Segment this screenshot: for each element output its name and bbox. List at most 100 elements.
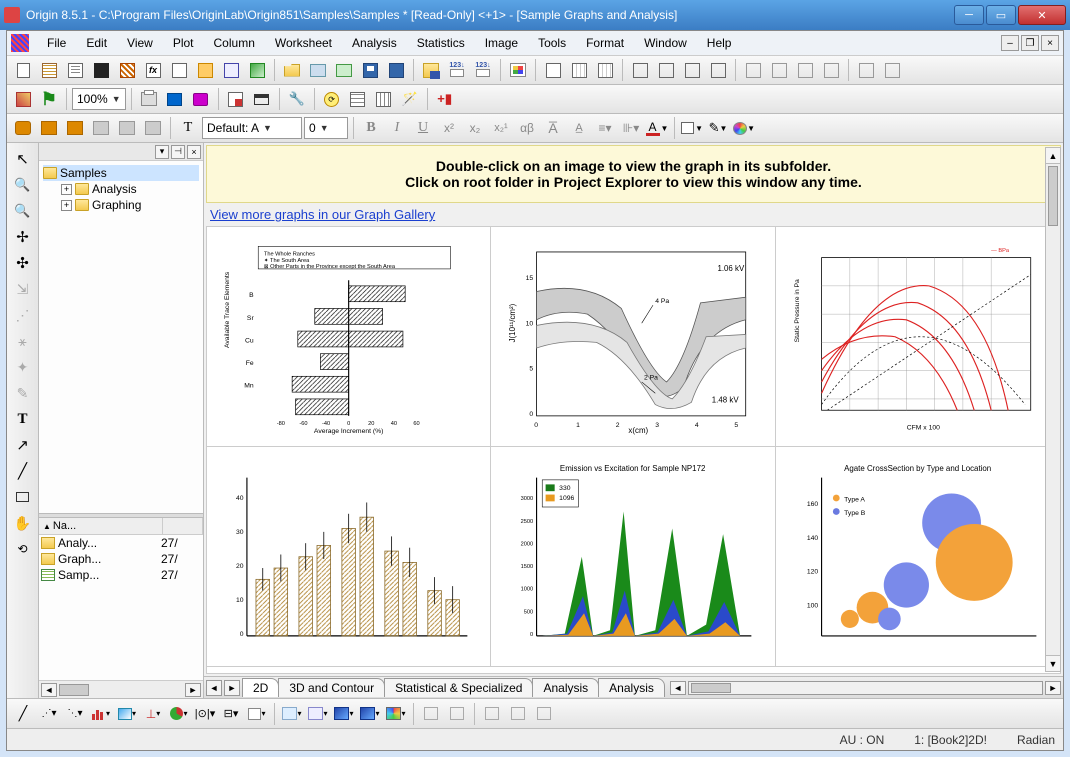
pe-col-date[interactable] bbox=[163, 518, 203, 534]
style-copy-button[interactable] bbox=[37, 116, 61, 140]
layer-4-button[interactable] bbox=[819, 58, 843, 82]
pe-close-button[interactable]: × bbox=[187, 145, 201, 159]
pe-pin-button[interactable]: ⊣ bbox=[171, 145, 185, 159]
maximize-button[interactable]: ▭ bbox=[986, 5, 1016, 25]
tab-nav-left[interactable]: ◄ bbox=[206, 680, 222, 696]
recalculate-button[interactable]: ⟳ bbox=[320, 87, 344, 111]
import-wizard-button[interactable] bbox=[419, 58, 443, 82]
pie-plot-button[interactable]: ▾ bbox=[167, 702, 191, 726]
tab-nav-right[interactable]: ► bbox=[224, 680, 240, 696]
layer-6-button[interactable] bbox=[880, 58, 904, 82]
new-excel-button[interactable] bbox=[63, 58, 87, 82]
menu-image[interactable]: Image bbox=[475, 33, 528, 53]
hscroll-thumb[interactable] bbox=[691, 683, 731, 693]
batch-process-button[interactable] bbox=[506, 58, 530, 82]
add-layer-button[interactable] bbox=[532, 702, 556, 726]
draw-data-tool[interactable]: ✎ bbox=[10, 381, 36, 405]
save-button[interactable] bbox=[358, 58, 382, 82]
tab-analysis2[interactable]: Analysis bbox=[598, 678, 665, 697]
3d-scatter-button[interactable]: ▾ bbox=[280, 702, 304, 726]
style-d-button[interactable] bbox=[89, 116, 113, 140]
zoom-in-tool[interactable]: 🔍 bbox=[10, 173, 36, 197]
open-button[interactable] bbox=[280, 58, 304, 82]
new-graph-button[interactable] bbox=[89, 58, 113, 82]
scatter-plot-button[interactable]: ⋰▾ bbox=[37, 702, 61, 726]
histogram-button[interactable]: ▾ bbox=[245, 702, 269, 726]
menu-format[interactable]: Format bbox=[576, 33, 634, 53]
stock-plot-button[interactable]: ⊥▾ bbox=[141, 702, 165, 726]
tile-vert-button[interactable] bbox=[628, 58, 652, 82]
project-explorer-button[interactable] bbox=[11, 87, 35, 111]
screen-reader-tool[interactable]: ✣ bbox=[10, 251, 36, 275]
superscript-button[interactable]: x² bbox=[437, 116, 461, 140]
layer-5-button[interactable] bbox=[854, 58, 878, 82]
rescale-tool[interactable]: ✢ bbox=[10, 225, 36, 249]
rect-tool[interactable] bbox=[10, 485, 36, 509]
style-palette-button[interactable] bbox=[11, 116, 35, 140]
menu-window[interactable]: Window bbox=[634, 33, 697, 53]
style-e-button[interactable] bbox=[115, 116, 139, 140]
palette-button[interactable]: ▼ bbox=[732, 116, 756, 140]
zoom-combo[interactable]: 100%▼ bbox=[72, 88, 126, 110]
hscroll-right[interactable]: ► bbox=[1045, 681, 1061, 695]
thumb-area-curves[interactable]: 1.06 kV 1.48 kV 4 Pa 2 Pa J(10¹¹/cm²) x(… bbox=[491, 227, 775, 447]
menu-analysis[interactable]: Analysis bbox=[342, 33, 407, 53]
vscroll-up[interactable]: ▲ bbox=[1046, 148, 1060, 164]
align-button[interactable]: ≡▾ bbox=[593, 116, 617, 140]
vertical-align-button[interactable]: ⊪▾ bbox=[619, 116, 643, 140]
pointer-tool[interactable]: ↖ bbox=[10, 147, 36, 171]
menu-file[interactable]: File bbox=[37, 33, 76, 53]
video-button[interactable] bbox=[189, 87, 213, 111]
3d-surface-button[interactable]: ▾ bbox=[332, 702, 356, 726]
add-new-cols-button[interactable] bbox=[593, 58, 617, 82]
menu-worksheet[interactable]: Worksheet bbox=[265, 33, 342, 53]
scroll-left-button[interactable]: ◄ bbox=[41, 683, 57, 697]
3d-trajectory-button[interactable]: ▾ bbox=[306, 702, 330, 726]
menu-column[interactable]: Column bbox=[204, 33, 265, 53]
new-3d-func-button[interactable] bbox=[245, 58, 269, 82]
scroll-right-button[interactable]: ► bbox=[185, 683, 201, 697]
hscroll-left[interactable]: ◄ bbox=[670, 681, 686, 695]
fill-color-button[interactable]: ▼ bbox=[680, 116, 704, 140]
new-project-button[interactable] bbox=[11, 58, 35, 82]
font-decrease-button[interactable]: A̲ bbox=[567, 116, 591, 140]
pe-dropdown-button[interactable]: ▾ bbox=[155, 145, 169, 159]
new-notes-button[interactable] bbox=[193, 58, 217, 82]
scroll-thumb[interactable] bbox=[59, 684, 89, 696]
greek-button[interactable]: αβ bbox=[515, 116, 539, 140]
slide-show-button[interactable] bbox=[163, 87, 187, 111]
merge-button[interactable] bbox=[445, 702, 469, 726]
underline-button[interactable]: U bbox=[411, 116, 435, 140]
line-tool[interactable]: ╱ bbox=[10, 459, 36, 483]
hscroll-track[interactable] bbox=[688, 681, 1043, 695]
save-template-button[interactable] bbox=[384, 58, 408, 82]
hilo-plot-button[interactable]: |⊙|▾ bbox=[193, 702, 217, 726]
pe-row[interactable]: Graph...27/ bbox=[39, 551, 203, 567]
tab-stat[interactable]: Statistical & Specialized bbox=[384, 678, 533, 697]
arrow-tool[interactable]: ↗ bbox=[10, 433, 36, 457]
data-selector-tool[interactable]: ⋰ bbox=[10, 303, 36, 327]
tree-root[interactable]: Samples bbox=[43, 165, 199, 181]
layer-1-button[interactable] bbox=[741, 58, 765, 82]
supersub-button[interactable]: x₂¹ bbox=[489, 116, 513, 140]
import-multiple-ascii-button[interactable]: 123↓ bbox=[471, 58, 495, 82]
vscroll-thumb[interactable] bbox=[1048, 166, 1058, 226]
duplicate-button[interactable] bbox=[706, 58, 730, 82]
pe-row[interactable]: Samp...27/ bbox=[39, 567, 203, 583]
add-column-button[interactable] bbox=[567, 58, 591, 82]
contour-button[interactable]: ▾ bbox=[384, 702, 408, 726]
expand-icon[interactable]: + bbox=[61, 184, 72, 195]
font-color-button[interactable]: A▼ bbox=[645, 116, 669, 140]
tool-a-button[interactable] bbox=[346, 87, 370, 111]
pe-row[interactable]: Analy...27/ bbox=[39, 535, 203, 551]
pan-tool[interactable]: ✋ bbox=[10, 511, 36, 535]
thumb-emission-peaks[interactable]: Emission vs Excitation for Sample NP172 … bbox=[491, 447, 775, 667]
close-button[interactable]: ✕ bbox=[1018, 5, 1066, 25]
menu-view[interactable]: View bbox=[117, 33, 163, 53]
menu-plot[interactable]: Plot bbox=[163, 33, 204, 53]
refresh-button[interactable] bbox=[224, 87, 248, 111]
cascade-button[interactable] bbox=[680, 58, 704, 82]
area-plot-button[interactable]: ▾ bbox=[115, 702, 139, 726]
tree-item-graphing[interactable]: + Graphing bbox=[61, 197, 199, 213]
results-log-button[interactable]: ⚑ bbox=[37, 87, 61, 111]
